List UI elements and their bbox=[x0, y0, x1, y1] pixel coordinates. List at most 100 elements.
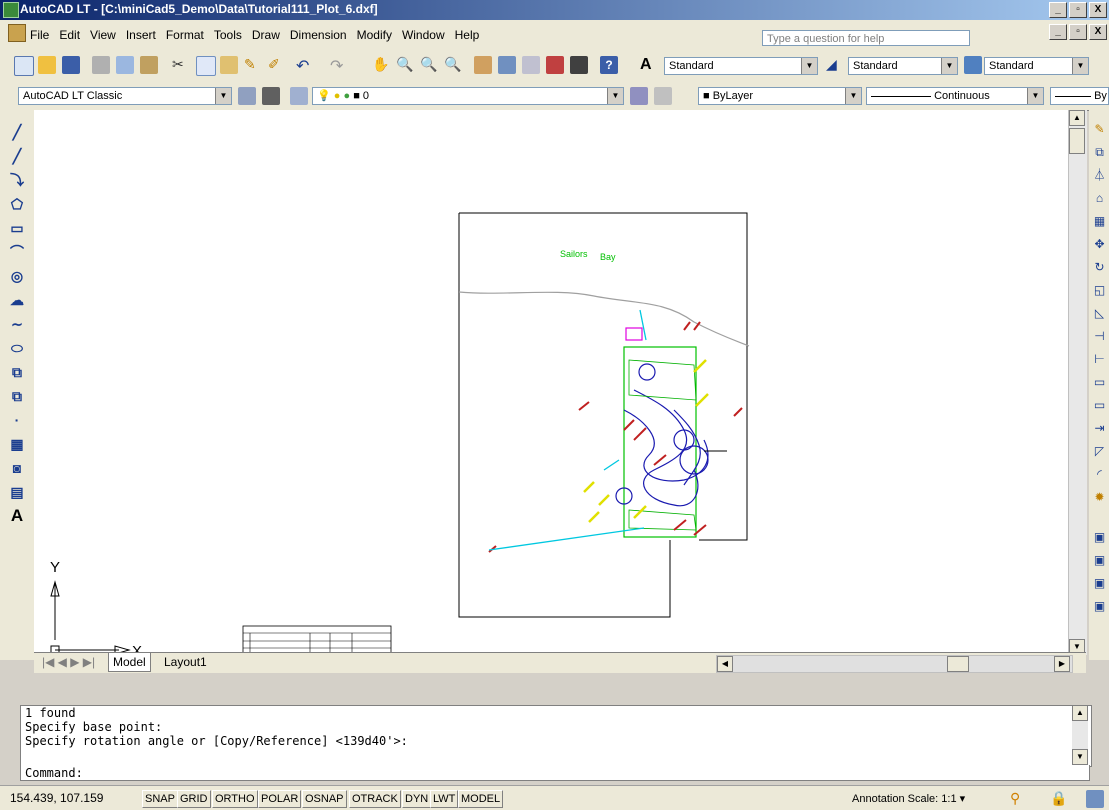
menu-view[interactable]: View bbox=[90, 28, 116, 42]
draw-order-under-icon[interactable]: ▣ bbox=[1092, 599, 1107, 614]
move-icon[interactable]: ✥ bbox=[1092, 237, 1107, 252]
break-at-point-icon[interactable]: ▭ bbox=[1092, 375, 1107, 390]
chevron-down-icon[interactable]: ▼ bbox=[801, 58, 817, 74]
tab-layout1[interactable]: Layout1 bbox=[160, 653, 211, 671]
menu-modify[interactable]: Modify bbox=[357, 28, 392, 42]
ellipse-icon[interactable]: ⬭ bbox=[9, 340, 25, 356]
layer-previous-icon[interactable] bbox=[654, 87, 672, 105]
polar-toggle[interactable]: POLAR bbox=[258, 790, 302, 808]
insert-block-icon[interactable]: ⧉ bbox=[9, 364, 25, 380]
autocad-app-icon[interactable] bbox=[3, 2, 19, 18]
color-select[interactable]: ■ ByLayer ▼ bbox=[698, 87, 862, 105]
cut-icon[interactable]: ✂ bbox=[172, 56, 190, 74]
markup-set-icon[interactable] bbox=[546, 56, 564, 74]
scroll-up-icon[interactable]: ▲ bbox=[1072, 705, 1088, 721]
dim-style-select[interactable]: Standard ▼ bbox=[848, 57, 958, 75]
pan-icon[interactable]: ✋ bbox=[372, 56, 390, 74]
doc-restore-button[interactable]: ▫ bbox=[1069, 24, 1087, 40]
menu-file[interactable]: File bbox=[30, 28, 49, 42]
menu-draw[interactable]: Draw bbox=[252, 28, 280, 42]
spline-icon[interactable]: ∼ bbox=[9, 316, 25, 332]
doc-close-button[interactable]: X bbox=[1089, 24, 1107, 40]
minimize-button[interactable]: _ bbox=[1049, 2, 1067, 18]
ortho-toggle[interactable]: ORTHO bbox=[212, 790, 258, 808]
chevron-down-icon[interactable]: ▼ bbox=[845, 88, 861, 104]
annotation-scale[interactable]: Annotation Scale: 1:1 ▾ bbox=[852, 792, 965, 805]
revision-cloud-icon[interactable]: ☁ bbox=[9, 292, 25, 308]
design-center-icon[interactable] bbox=[498, 56, 516, 74]
clean-screen-icon[interactable] bbox=[1086, 790, 1104, 808]
zoom-previous-icon[interactable]: 🔍 bbox=[444, 56, 462, 74]
construction-line-icon[interactable]: ╱ bbox=[9, 148, 25, 164]
menu-edit[interactable]: Edit bbox=[59, 28, 80, 42]
menu-tools[interactable]: Tools bbox=[214, 28, 242, 42]
layer-properties-icon[interactable] bbox=[290, 87, 308, 105]
zoom-window-icon[interactable]: 🔍 bbox=[420, 56, 438, 74]
region-icon[interactable]: ◙ bbox=[9, 460, 25, 476]
rotate-icon[interactable]: ↻ bbox=[1092, 260, 1107, 275]
scroll-thumb[interactable] bbox=[1069, 128, 1085, 154]
chevron-down-icon[interactable]: ▼ bbox=[1027, 88, 1043, 104]
make-block-icon[interactable]: ⧉ bbox=[9, 388, 25, 404]
table-style-select[interactable]: Standard ▼ bbox=[984, 57, 1089, 75]
grid-toggle[interactable]: GRID bbox=[177, 790, 211, 808]
draw-order-front-icon[interactable]: ▣ bbox=[1092, 530, 1107, 545]
scroll-left-icon[interactable]: ◀ bbox=[717, 656, 733, 672]
publish-icon[interactable] bbox=[140, 56, 158, 74]
trim-icon[interactable]: ⊣ bbox=[1092, 329, 1107, 344]
table-icon[interactable]: ▤ bbox=[9, 484, 25, 500]
erase-icon[interactable]: ✎ bbox=[1092, 122, 1107, 137]
close-button[interactable]: X bbox=[1089, 2, 1107, 18]
explode-icon[interactable]: ✹ bbox=[1092, 490, 1107, 505]
fillet-icon[interactable]: ◜ bbox=[1092, 467, 1107, 482]
scale-icon[interactable]: ◱ bbox=[1092, 283, 1107, 298]
drawing-canvas[interactable]: Sailors Bay Y X bbox=[34, 110, 1068, 660]
rectangle-icon[interactable]: ▭ bbox=[9, 220, 25, 236]
chamfer-icon[interactable]: ◸ bbox=[1092, 444, 1107, 459]
point-icon[interactable]: · bbox=[9, 412, 25, 428]
multiline-text-icon[interactable]: A bbox=[9, 507, 25, 524]
break-icon[interactable]: ▭ bbox=[1092, 398, 1107, 413]
line-icon[interactable]: ╱ bbox=[9, 124, 25, 140]
chevron-down-icon[interactable]: ▼ bbox=[215, 88, 231, 104]
draw-order-back-icon[interactable]: ▣ bbox=[1092, 553, 1107, 568]
stretch-icon[interactable]: ◺ bbox=[1092, 306, 1107, 321]
mirror-icon[interactable]: ⏃ bbox=[1092, 168, 1107, 183]
menu-format[interactable]: Format bbox=[166, 28, 204, 42]
tab-model[interactable]: Model bbox=[108, 653, 151, 672]
hatch-icon[interactable]: ▦ bbox=[9, 436, 25, 452]
match-properties-icon[interactable]: ✎ bbox=[244, 56, 262, 74]
block-editor-icon[interactable]: ✐ bbox=[268, 56, 286, 74]
make-object-layer-current-icon[interactable] bbox=[630, 87, 648, 105]
chevron-down-icon[interactable]: ▼ bbox=[941, 58, 957, 74]
workspace-settings-icon[interactable] bbox=[238, 87, 256, 105]
document-icon[interactable] bbox=[8, 24, 26, 42]
scroll-down-icon[interactable]: ▼ bbox=[1072, 749, 1088, 765]
polyline-icon[interactable]: ⤵ bbox=[9, 172, 25, 188]
horizontal-scrollbar[interactable]: ◀ ▶ bbox=[716, 655, 1073, 673]
chevron-down-icon[interactable]: ▼ bbox=[607, 88, 623, 104]
redo-icon[interactable]: ↷ bbox=[330, 56, 348, 75]
menu-dimension[interactable]: Dimension bbox=[290, 28, 347, 42]
print-icon[interactable] bbox=[92, 56, 110, 74]
menu-window[interactable]: Window bbox=[402, 28, 445, 42]
snap-toggle[interactable]: SNAP bbox=[142, 790, 178, 808]
menu-help[interactable]: Help bbox=[455, 28, 480, 42]
command-scrollbar[interactable]: ▲ ▼ bbox=[1072, 705, 1088, 765]
undo-icon[interactable]: ↶ bbox=[296, 56, 314, 75]
help-icon[interactable]: ? bbox=[600, 56, 618, 74]
tab-nav-arrows-icon[interactable]: |◀ ◀ ▶ ▶| bbox=[38, 653, 99, 671]
doc-minimize-button[interactable]: _ bbox=[1049, 24, 1067, 40]
lock-ui-icon[interactable] bbox=[262, 87, 280, 105]
linetype-select[interactable]: Continuous ▼ bbox=[866, 87, 1044, 105]
lwt-toggle[interactable]: LWT bbox=[430, 790, 459, 808]
extend-icon[interactable]: ⊢ bbox=[1092, 352, 1107, 367]
scroll-right-icon[interactable]: ▶ bbox=[1054, 656, 1070, 672]
workspace-select[interactable]: AutoCAD LT Classic ▼ bbox=[18, 87, 232, 105]
chevron-down-icon[interactable]: ▼ bbox=[1072, 58, 1088, 74]
new-file-icon[interactable] bbox=[14, 56, 34, 76]
calculator-icon[interactable] bbox=[570, 56, 588, 74]
polygon-icon[interactable]: ⬠ bbox=[9, 196, 25, 212]
offset-icon[interactable]: ⌂ bbox=[1092, 191, 1107, 206]
draw-order-above-icon[interactable]: ▣ bbox=[1092, 576, 1107, 591]
